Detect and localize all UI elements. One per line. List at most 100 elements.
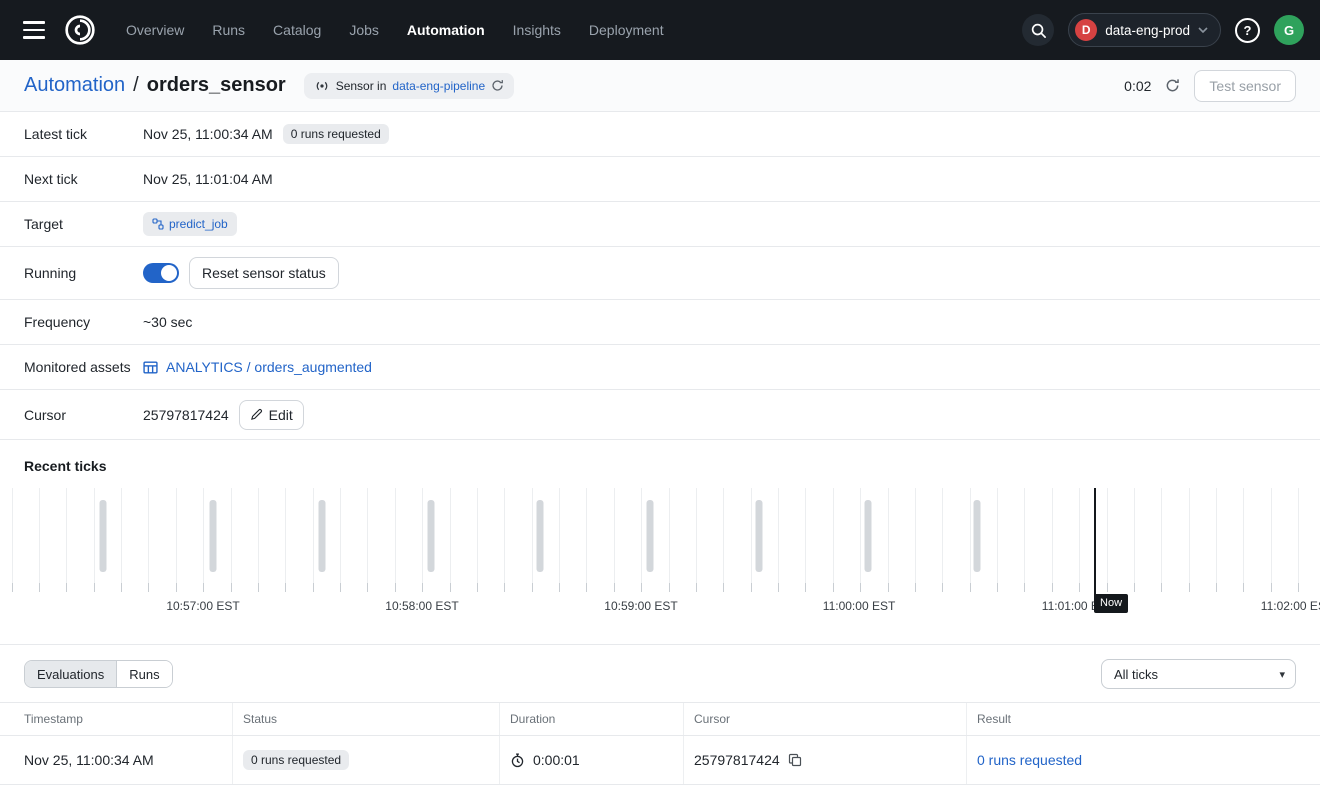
timeline-axis-tick [723, 583, 724, 592]
tab-evaluations[interactable]: Evaluations [25, 661, 116, 687]
tick-bar[interactable] [865, 500, 872, 572]
help-icon: ? [1244, 23, 1252, 38]
copy-cursor-button[interactable] [788, 753, 802, 767]
table-header-row: Timestamp Status Duration Cursor Result [0, 703, 1320, 736]
timeline-gridline [805, 488, 806, 583]
search-button[interactable] [1022, 14, 1054, 46]
timeline-axis-tick [778, 583, 779, 592]
top-nav: Overview Runs Catalog Jobs Automation In… [0, 0, 1320, 60]
table-row: Nov 25, 11:00:34 AM 0 runs requested 0:0… [0, 736, 1320, 785]
user-avatar[interactable]: G [1274, 15, 1304, 45]
timeline-gridline [559, 488, 560, 583]
timeline-gridline [586, 488, 587, 583]
monitored-asset-link[interactable]: ANALYTICS / orders_augmented [143, 359, 372, 375]
help-button[interactable]: ? [1235, 18, 1260, 43]
timeline-gridline [970, 488, 971, 583]
column-header-status: Status [233, 703, 500, 735]
latest-tick-value: Nov 25, 11:00:34 AM [143, 126, 273, 142]
edit-button-label: Edit [269, 407, 293, 423]
timeline-axis-tick [751, 583, 752, 592]
code-location-link[interactable]: data-eng-pipeline [392, 79, 485, 93]
search-icon [1030, 22, 1047, 39]
tick-bar[interactable] [974, 500, 981, 572]
deployment-badge: D [1075, 19, 1097, 41]
nav-item-catalog[interactable]: Catalog [273, 22, 321, 38]
timeline-axis-tick [367, 583, 368, 592]
tick-bar[interactable] [537, 500, 544, 572]
row-duration: 0:00:01 [533, 752, 580, 768]
timeline-gridline [1243, 488, 1244, 583]
tab-runs[interactable]: Runs [116, 661, 171, 687]
timeline-axis-tick [1243, 583, 1244, 592]
sensor-icon [314, 80, 330, 92]
nav-item-insights[interactable]: Insights [513, 22, 561, 38]
tick-timeline: 10:57:00 EST10:58:00 EST10:59:00 EST11:0… [0, 488, 1320, 618]
timeline-axis-tick [176, 583, 177, 592]
timeline-axis-tick [203, 583, 204, 592]
nav-item-overview[interactable]: Overview [126, 22, 184, 38]
timeline-axis-tick [1052, 583, 1053, 592]
hamburger-menu-button[interactable] [16, 12, 52, 48]
timeline-gridline [915, 488, 916, 583]
edit-cursor-button[interactable]: Edit [239, 400, 304, 430]
tick-bar[interactable] [756, 500, 763, 572]
timeline-gridline [778, 488, 779, 583]
recent-ticks-title: Recent ticks [0, 458, 1320, 474]
row-result-link[interactable]: 0 runs requested [977, 752, 1082, 768]
timeline-axis-tick [231, 583, 232, 592]
timeline-gridline [450, 488, 451, 583]
breadcrumb-automation-link[interactable]: Automation [24, 74, 125, 97]
timeline-gridline [614, 488, 615, 583]
deployment-switcher[interactable]: D data-eng-prod [1068, 13, 1221, 47]
timeline-gridline [751, 488, 752, 583]
row-status-badge: 0 runs requested [243, 750, 349, 770]
timeline-axis-tick [285, 583, 286, 592]
nav-item-deployment[interactable]: Deployment [589, 22, 664, 38]
target-job-chip[interactable]: predict_job [143, 212, 237, 236]
timeline-axis-label: 11:02:00 EST [1261, 599, 1320, 613]
timeline-gridline [477, 488, 478, 583]
timeline-gridline [888, 488, 889, 583]
tick-bar[interactable] [427, 500, 434, 572]
copy-icon [788, 753, 802, 767]
reload-code-location-icon[interactable] [491, 79, 504, 92]
timeline-axis-tick [477, 583, 478, 592]
tick-filter-dropdown[interactable]: All ticks ▾ [1101, 659, 1296, 689]
timeline-axis-tick [805, 583, 806, 592]
asset-table-icon [143, 360, 158, 375]
tick-filter-value: All ticks [1114, 667, 1158, 682]
timeline-axis-tick [1079, 583, 1080, 592]
running-toggle[interactable] [143, 263, 179, 283]
timeline-gridline [176, 488, 177, 583]
timeline-axis-tick [532, 583, 533, 592]
recent-ticks-section: Recent ticks 10:57:00 EST10:58:00 EST10:… [0, 440, 1320, 618]
timeline-gridline [231, 488, 232, 583]
timeline-axis-tick [559, 583, 560, 592]
refresh-button[interactable] [1163, 76, 1182, 95]
tick-bar[interactable] [99, 500, 106, 572]
test-sensor-button[interactable]: Test sensor [1194, 70, 1296, 102]
reset-sensor-status-button[interactable]: Reset sensor status [189, 257, 339, 289]
detail-row-running: Running Reset sensor status [0, 247, 1320, 300]
tick-bar[interactable] [210, 500, 217, 572]
detail-row-frequency: Frequency ~30 sec [0, 300, 1320, 345]
timeline-axis-tick [915, 583, 916, 592]
row-cursor: 25797817424 [694, 752, 780, 768]
tick-bar[interactable] [646, 500, 653, 572]
detail-row-latest-tick: Latest tick Nov 25, 11:00:34 AM 0 runs r… [0, 112, 1320, 157]
column-header-timestamp: Timestamp [0, 703, 233, 735]
timeline-gridline [66, 488, 67, 583]
timeline-gridline [1107, 488, 1108, 583]
dagster-logo[interactable] [60, 10, 100, 50]
nav-item-runs[interactable]: Runs [212, 22, 245, 38]
monitored-asset-path: ANALYTICS / orders_augmented [166, 359, 372, 375]
row-timestamp: Nov 25, 11:00:34 AM [24, 752, 154, 768]
nav-item-automation[interactable]: Automation [407, 22, 485, 38]
timeline-gridline [1052, 488, 1053, 583]
tick-bar[interactable] [318, 500, 325, 572]
timeline-gridline [258, 488, 259, 583]
tab-group: Evaluations Runs [24, 660, 173, 688]
nav-item-jobs[interactable]: Jobs [349, 22, 379, 38]
sensor-details: Latest tick Nov 25, 11:00:34 AM 0 runs r… [0, 112, 1320, 440]
timeline-labels: 10:57:00 EST10:58:00 EST10:59:00 EST11:0… [0, 596, 1320, 618]
